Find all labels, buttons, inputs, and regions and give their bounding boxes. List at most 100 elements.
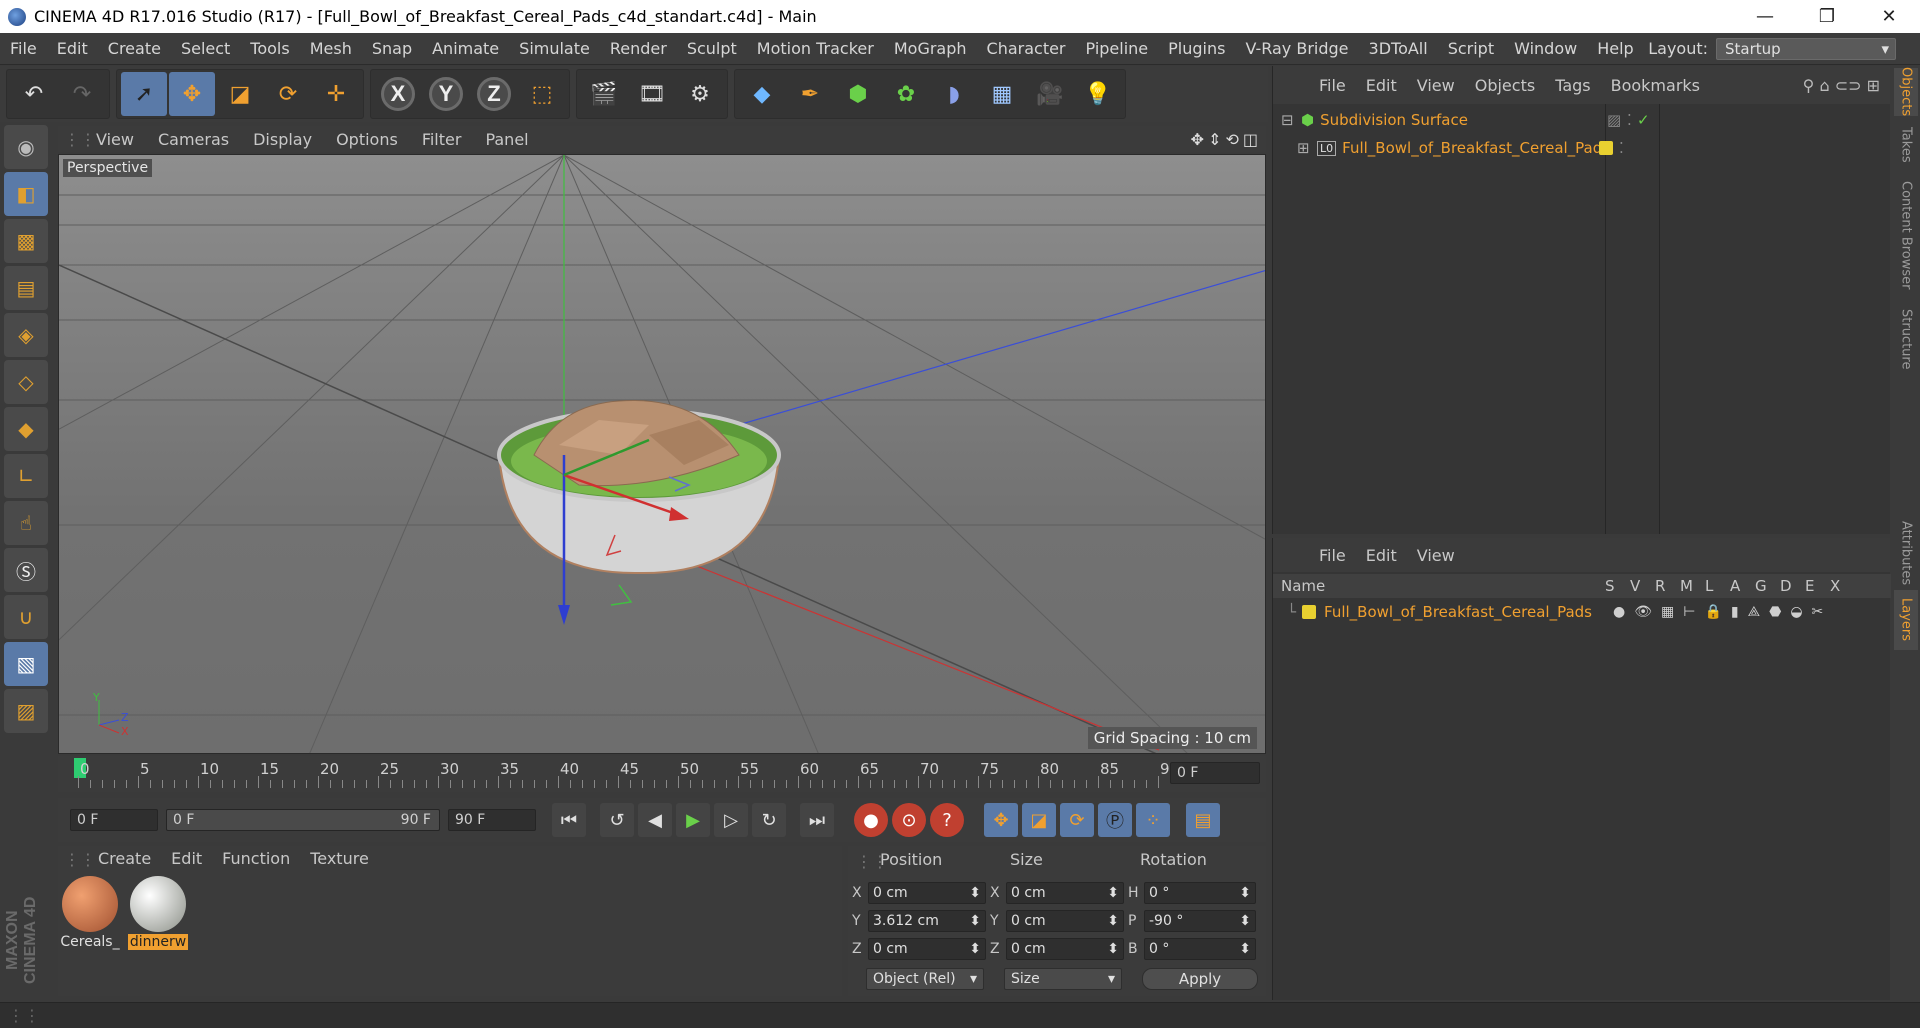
layer-row[interactable]: └ Full_Bowl_of_Breakfast_Cereal_Pads	[1287, 598, 1592, 626]
object-menu-objects[interactable]: Objects	[1465, 76, 1545, 95]
side-tab-layers[interactable]: Layers	[1894, 590, 1918, 650]
spinner-icon[interactable]: ⬍	[1239, 913, 1251, 929]
render-visibility-icon[interactable]: ⁚	[1627, 111, 1632, 129]
layer-color-swatch[interactable]	[1302, 605, 1317, 619]
render-picture-viewer-icon[interactable]: 🎞	[629, 72, 675, 116]
column-expressions[interactable]: E	[1805, 577, 1830, 595]
menu-create[interactable]: Create	[98, 33, 171, 65]
cereal-bowl-object[interactable]	[497, 399, 781, 575]
spinner-icon[interactable]: ⬍	[969, 913, 981, 929]
expand-icon[interactable]: ⊞	[1297, 139, 1313, 157]
render-visibility-icon[interactable]: ⁚	[1619, 139, 1624, 157]
size-z-field[interactable]: 0 cm ⬍	[1006, 938, 1124, 960]
menu-render[interactable]: Render	[600, 33, 677, 65]
workplane-lock-icon[interactable]: ▧	[4, 642, 48, 686]
object-y-axis-arrow[interactable]	[558, 605, 570, 625]
column-deformers[interactable]: D	[1780, 577, 1805, 595]
polygons-mode-icon[interactable]: ◆	[4, 407, 48, 451]
3d-viewport[interactable]: Perspective Y Z X Grid Spacing : 10 cm	[58, 154, 1266, 754]
menu-script[interactable]: Script	[1438, 33, 1504, 65]
object-name[interactable]: Subdivision Surface	[1320, 111, 1468, 129]
previous-frame-icon[interactable]: ◀	[638, 803, 672, 837]
play-icon[interactable]: ▶	[676, 803, 710, 837]
rotation-b-field[interactable]: 0 ° ⬍	[1144, 938, 1256, 960]
timeline-ruler[interactable]: 051015202530354045505560657075808590 0 F	[58, 756, 1266, 792]
menu-mograph[interactable]: MoGraph	[884, 33, 977, 65]
xref-icon[interactable]: ✂	[1812, 604, 1824, 620]
menu-animate[interactable]: Animate	[422, 33, 509, 65]
object-menu-tags[interactable]: Tags	[1545, 76, 1600, 95]
side-tab-takes[interactable]: Takes	[1894, 118, 1918, 172]
menu-mesh[interactable]: Mesh	[300, 33, 362, 65]
viewport-menu-filter[interactable]: Filter	[410, 130, 474, 149]
go-to-end-icon[interactable]: ⏭	[800, 803, 834, 837]
menu-simulate[interactable]: Simulate	[509, 33, 600, 65]
key-position-icon[interactable]: ✥	[984, 803, 1018, 837]
spinner-icon[interactable]: ⬍	[1107, 941, 1119, 957]
live-selection-icon[interactable]: ➚	[121, 72, 167, 116]
link-icon[interactable]: ⊂⊃	[1835, 76, 1862, 95]
column-generators[interactable]: G	[1755, 577, 1780, 595]
object-row-subdivision-surface[interactable]: ⊟ ⬢ Subdivision Surface ▨ ⁚ ✓	[1281, 106, 1650, 134]
spinner-icon[interactable]: ⬍	[969, 885, 981, 901]
side-tab-objects[interactable]: Objects	[1894, 67, 1918, 117]
enabled-check-icon[interactable]: ✓	[1637, 111, 1650, 129]
edges-mode-icon[interactable]: ◇	[4, 360, 48, 404]
layout-dropdown[interactable]: Startup ▾	[1716, 37, 1896, 60]
close-button[interactable]: ✕	[1858, 0, 1920, 33]
axis-mode-icon[interactable]: ∟	[4, 454, 48, 498]
transform-icon[interactable]: ✛	[313, 72, 359, 116]
layer-menu-file[interactable]: File	[1309, 546, 1356, 565]
size-y-field[interactable]: 0 cm ⬍	[1006, 910, 1124, 932]
lock-icon[interactable]: 🔒	[1704, 604, 1721, 620]
column-locked[interactable]: L	[1705, 577, 1730, 595]
scale-icon[interactable]: ◪	[217, 72, 263, 116]
menu-select[interactable]: Select	[171, 33, 240, 65]
preview-range-slider[interactable]: 0 F 90 F	[166, 809, 440, 831]
position-z-field[interactable]: 0 cm ⬍	[868, 938, 986, 960]
side-tab-content-browser[interactable]: Content Browser	[1894, 174, 1918, 296]
key-parameter-icon[interactable]: Ⓟ	[1098, 803, 1132, 837]
viewport-menu-view[interactable]: View	[84, 130, 146, 149]
model-mode-icon[interactable]: ◧	[4, 172, 48, 216]
zoom-icon[interactable]: ⇕	[1208, 130, 1221, 149]
subdivision-surface-icon[interactable]: ⬢	[835, 72, 881, 116]
coordinate-system-icon[interactable]: ⬚	[519, 72, 565, 116]
orbit-icon[interactable]: ⟲	[1225, 130, 1238, 149]
redo-icon[interactable]: ↷	[59, 72, 105, 116]
go-to-start-icon[interactable]: ⏮	[552, 803, 586, 837]
texture-mode-icon[interactable]: ▩	[4, 219, 48, 263]
render-settings-icon[interactable]: ⚙	[677, 72, 723, 116]
deformer-icon[interactable]: ⬣	[1769, 604, 1781, 620]
expression-icon[interactable]: ◒	[1790, 604, 1802, 620]
menu-pipeline[interactable]: Pipeline	[1076, 33, 1159, 65]
object-menu-file[interactable]: File	[1309, 76, 1356, 95]
menu-edit[interactable]: Edit	[47, 33, 98, 65]
column-solo[interactable]: S	[1605, 577, 1630, 595]
coordinate-mode-dropdown[interactable]: Object (Rel) ▾	[866, 968, 984, 990]
key-scale-icon[interactable]: ◪	[1022, 803, 1056, 837]
hierarchy-icon[interactable]: ⊢	[1683, 604, 1695, 620]
spinner-icon[interactable]: ⬍	[1107, 885, 1119, 901]
size-mode-dropdown[interactable]: Size ▾	[1004, 968, 1122, 990]
material-menu-texture[interactable]: Texture	[300, 846, 379, 872]
end-frame-field[interactable]: 90 F	[448, 809, 536, 831]
viewport-menu-options[interactable]: Options	[324, 130, 410, 149]
new-window-icon[interactable]: ⊞	[1867, 76, 1880, 95]
key-rotation-icon[interactable]: ⟳	[1060, 803, 1094, 837]
collapse-icon[interactable]: ⊟	[1281, 111, 1297, 129]
viewport-menu-display[interactable]: Display	[241, 130, 324, 149]
maximize-button[interactable]: ❐	[1796, 0, 1858, 33]
viewport-camera-label[interactable]: Perspective	[63, 159, 153, 177]
home-icon[interactable]: ⌂	[1819, 76, 1829, 95]
minimize-button[interactable]: —	[1734, 0, 1796, 33]
menu-motion-tracker[interactable]: Motion Tracker	[747, 33, 884, 65]
cube-icon[interactable]: ◆	[739, 72, 785, 116]
menu-help[interactable]: Help	[1587, 33, 1643, 65]
layer-menu-view[interactable]: View	[1407, 546, 1465, 565]
camera-icon[interactable]: 🎥	[1027, 72, 1073, 116]
editor-visibility-icon[interactable]: ▨	[1607, 111, 1621, 129]
record-active-objects-icon[interactable]: ●	[854, 803, 888, 837]
position-y-field[interactable]: 3.612 cm ⬍	[868, 910, 986, 932]
previous-key-icon[interactable]: ↺	[600, 803, 634, 837]
